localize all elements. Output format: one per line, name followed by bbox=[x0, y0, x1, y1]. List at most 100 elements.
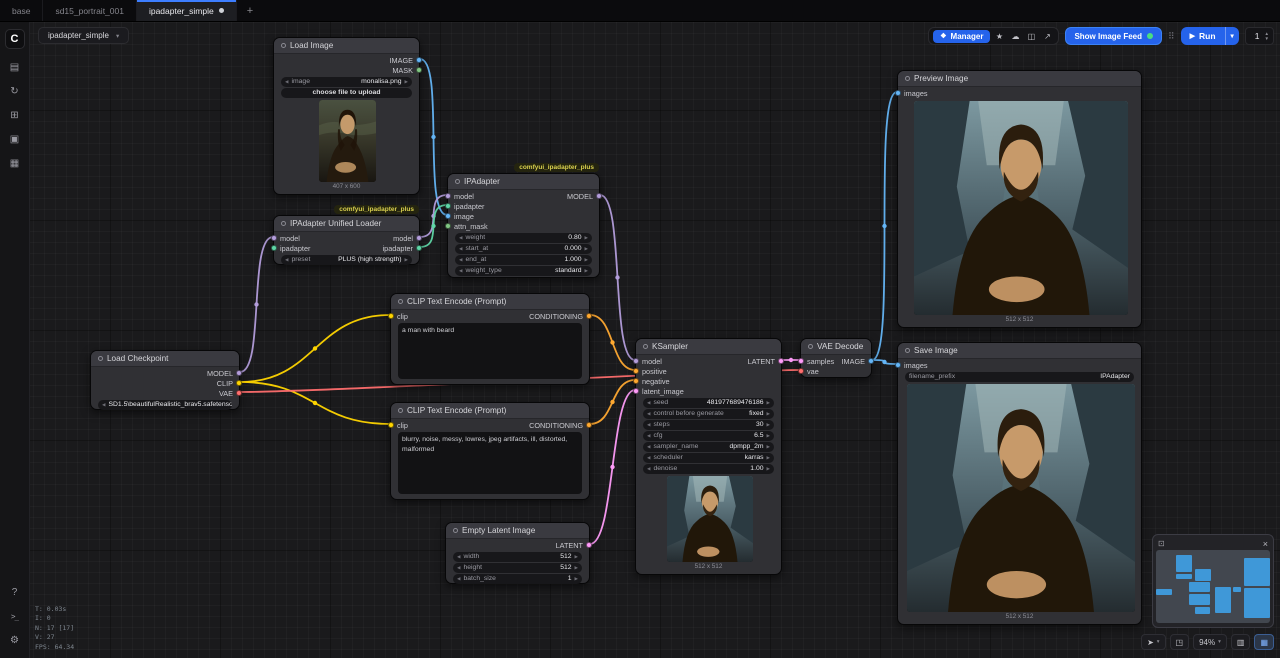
prompt-textarea[interactable]: blurry, noise, messy, lowres, jpeg artif… bbox=[398, 432, 582, 494]
node-vae_decode[interactable]: VAE Decode samples vae IMAGE bbox=[800, 338, 872, 378]
node-title-bar[interactable]: VAE Decode bbox=[801, 339, 871, 355]
decrement-icon[interactable]: ◀ bbox=[647, 422, 650, 428]
collapse-dot-icon[interactable] bbox=[398, 299, 403, 304]
decrement-icon[interactable]: ◀ bbox=[457, 576, 460, 582]
widget-denoise[interactable]: ◀denoise1.00▶ bbox=[643, 464, 774, 474]
output-slot-conditioning[interactable]: CONDITIONING bbox=[529, 421, 592, 429]
star-icon[interactable]: ★ bbox=[992, 30, 1006, 42]
decrement-icon[interactable]: ◀ bbox=[647, 444, 650, 450]
increment-icon[interactable]: ▶ bbox=[575, 576, 578, 582]
node-title-bar[interactable]: KSampler bbox=[636, 339, 781, 355]
widget-preset[interactable]: ◀presetPLUS (high strength)▶ bbox=[281, 255, 412, 265]
collapse-dot-icon[interactable] bbox=[281, 221, 286, 226]
collapse-dot-icon[interactable] bbox=[98, 356, 103, 361]
widget-image[interactable]: ◀imagemonalisa.png▶ bbox=[281, 77, 412, 87]
decrement-icon[interactable]: ◀ bbox=[285, 79, 288, 85]
queue-icon[interactable]: ↻ bbox=[5, 81, 25, 101]
tab-base[interactable]: base bbox=[0, 0, 43, 21]
decrement-icon[interactable]: ◀ bbox=[457, 554, 460, 560]
widget-height[interactable]: ◀height512▶ bbox=[453, 563, 582, 573]
widget-control-before-generate[interactable]: ◀control before generatefixed▶ bbox=[643, 409, 774, 419]
output-slot-vae[interactable]: VAE bbox=[219, 389, 242, 397]
increment-icon[interactable]: ▶ bbox=[405, 257, 408, 263]
input-slot-ipadapter[interactable]: ipadapter bbox=[271, 244, 310, 252]
model-library-icon[interactable]: ▣ bbox=[5, 129, 25, 149]
widget-seed[interactable]: ◀seed481977689476186▶ bbox=[643, 398, 774, 408]
collapse-dot-icon[interactable] bbox=[905, 76, 910, 81]
decrement-icon[interactable]: ◀ bbox=[457, 565, 460, 571]
drag-handle-icon[interactable]: ⠿ bbox=[1168, 31, 1175, 42]
tab-sd15-portrait-001[interactable]: sd15_portrait_001 bbox=[43, 0, 137, 21]
increment-icon[interactable]: ▶ bbox=[585, 268, 588, 274]
output-slot-image[interactable]: IMAGE bbox=[841, 357, 874, 365]
output-slot-clip[interactable]: CLIP bbox=[217, 379, 242, 387]
input-slot-negative[interactable]: negative bbox=[633, 377, 670, 385]
increment-icon[interactable]: ▶ bbox=[767, 455, 770, 461]
node-title-bar[interactable]: IPAdapter bbox=[448, 174, 599, 190]
templates-icon[interactable]: ▦ bbox=[5, 153, 25, 173]
node-clip_text_encode_negative[interactable]: CLIP Text Encode (Prompt) clip CONDITION… bbox=[390, 402, 590, 500]
input-slot-image[interactable]: image bbox=[445, 212, 474, 220]
share-icon[interactable]: ↗ bbox=[1040, 30, 1054, 42]
node-empty_latent_image[interactable]: Empty Latent Image LATENT◀width512▶◀heig… bbox=[445, 522, 590, 584]
increment-icon[interactable]: ▶ bbox=[575, 565, 578, 571]
input-slot-latent-image[interactable]: latent_image bbox=[633, 387, 684, 395]
increment-icon[interactable]: ▶ bbox=[575, 554, 578, 560]
widget-sampler-name[interactable]: ◀sampler_namedpmpp_2m▶ bbox=[643, 442, 774, 452]
widget-batch-size[interactable]: ◀batch_size1▶ bbox=[453, 574, 582, 584]
widget-sd1-5-beautifulrealistic-brav5-safetensors[interactable]: ◀SD1.5\beautifulRealistic_brav5.safetens… bbox=[98, 400, 232, 410]
close-icon[interactable]: × bbox=[1263, 539, 1268, 549]
input-slot-clip[interactable]: clip bbox=[388, 312, 408, 320]
output-slot-model[interactable]: MODEL bbox=[207, 369, 242, 377]
decrement-icon[interactable]: ◀ bbox=[459, 235, 462, 241]
collapse-dot-icon[interactable] bbox=[281, 43, 286, 48]
node-title-bar[interactable]: Empty Latent Image bbox=[446, 523, 589, 539]
increment-icon[interactable]: ▶ bbox=[767, 466, 770, 472]
grid-toggle-button[interactable]: ▦ bbox=[1254, 634, 1274, 650]
output-slot-model[interactable]: model bbox=[393, 234, 422, 242]
batch-count-stepper[interactable]: 1 ▲ ▼ bbox=[1245, 27, 1274, 45]
decrement-icon[interactable]: ◀ bbox=[459, 246, 462, 252]
node-preview_image[interactable]: Preview Image images 512 x 512 bbox=[897, 70, 1142, 328]
output-slot-image[interactable]: IMAGE bbox=[389, 56, 422, 64]
widget-start-at[interactable]: ◀start_at0.000▶ bbox=[455, 244, 592, 254]
settings-icon[interactable]: ⚙ bbox=[5, 630, 25, 650]
minimap-panel[interactable]: ⊡ × bbox=[1152, 534, 1274, 628]
pointer-tool-button[interactable]: ➤ ▾ bbox=[1141, 634, 1165, 650]
node-library-icon[interactable]: ⊞ bbox=[5, 105, 25, 125]
upload-button[interactable]: choose file to upload bbox=[281, 88, 412, 98]
decrement-icon[interactable]: ◀ bbox=[647, 411, 650, 417]
show-image-feed-button[interactable]: Show Image Feed bbox=[1065, 27, 1162, 45]
node-title-bar[interactable]: CLIP Text Encode (Prompt) bbox=[391, 294, 589, 310]
collapse-dot-icon[interactable] bbox=[398, 408, 403, 413]
widget-filename-prefix[interactable]: filename_prefixIPAdapter bbox=[905, 372, 1134, 382]
decrement-icon[interactable]: ◀ bbox=[647, 455, 650, 461]
node-title-bar[interactable]: Preview Image bbox=[898, 71, 1141, 87]
fit-view-button[interactable]: ◳ bbox=[1170, 634, 1190, 650]
input-slot-attn-mask[interactable]: attn_mask bbox=[445, 222, 488, 230]
increment-icon[interactable]: ▶ bbox=[767, 433, 770, 439]
workflow-menu-dropdown[interactable]: ipadapter_simple ▾ bbox=[38, 27, 129, 44]
increment-icon[interactable]: ▶ bbox=[767, 422, 770, 428]
node-load_image[interactable]: Load Image IMAGE MASK◀imagemonalisa.png▶… bbox=[273, 37, 420, 195]
decrement-icon[interactable]: ◀ bbox=[285, 257, 288, 263]
node-title-bar[interactable]: Save Image bbox=[898, 343, 1141, 359]
widget-scheduler[interactable]: ◀schedulerkarras▶ bbox=[643, 453, 774, 463]
collapse-dot-icon[interactable] bbox=[453, 528, 458, 533]
zoom-level-dropdown[interactable]: 94% ▾ bbox=[1193, 634, 1227, 650]
input-slot-model[interactable]: model bbox=[633, 357, 662, 365]
output-slot-ipadapter[interactable]: ipadapter bbox=[383, 244, 422, 252]
decrement-icon[interactable]: ◀ bbox=[102, 402, 105, 408]
input-slot-images[interactable]: images bbox=[895, 89, 928, 97]
input-slot-positive[interactable]: positive bbox=[633, 367, 667, 375]
node-ksampler[interactable]: KSampler model positive negative latent_… bbox=[635, 338, 782, 575]
run-button[interactable]: ▶ Run ▾ bbox=[1181, 27, 1239, 45]
increment-icon[interactable]: ▶ bbox=[585, 235, 588, 241]
node-save_image[interactable]: Save Image imagesfilename_prefixIPAdapte… bbox=[897, 342, 1142, 625]
output-slot-latent[interactable]: LATENT bbox=[556, 541, 592, 549]
prompt-textarea[interactable]: a man with beard bbox=[398, 323, 582, 379]
widget-cfg[interactable]: ◀cfg6.5▶ bbox=[643, 431, 774, 441]
widget-end-at[interactable]: ◀end_at1.000▶ bbox=[455, 255, 592, 265]
run-options-caret[interactable]: ▾ bbox=[1225, 27, 1239, 45]
increment-icon[interactable]: ▶ bbox=[405, 79, 408, 85]
